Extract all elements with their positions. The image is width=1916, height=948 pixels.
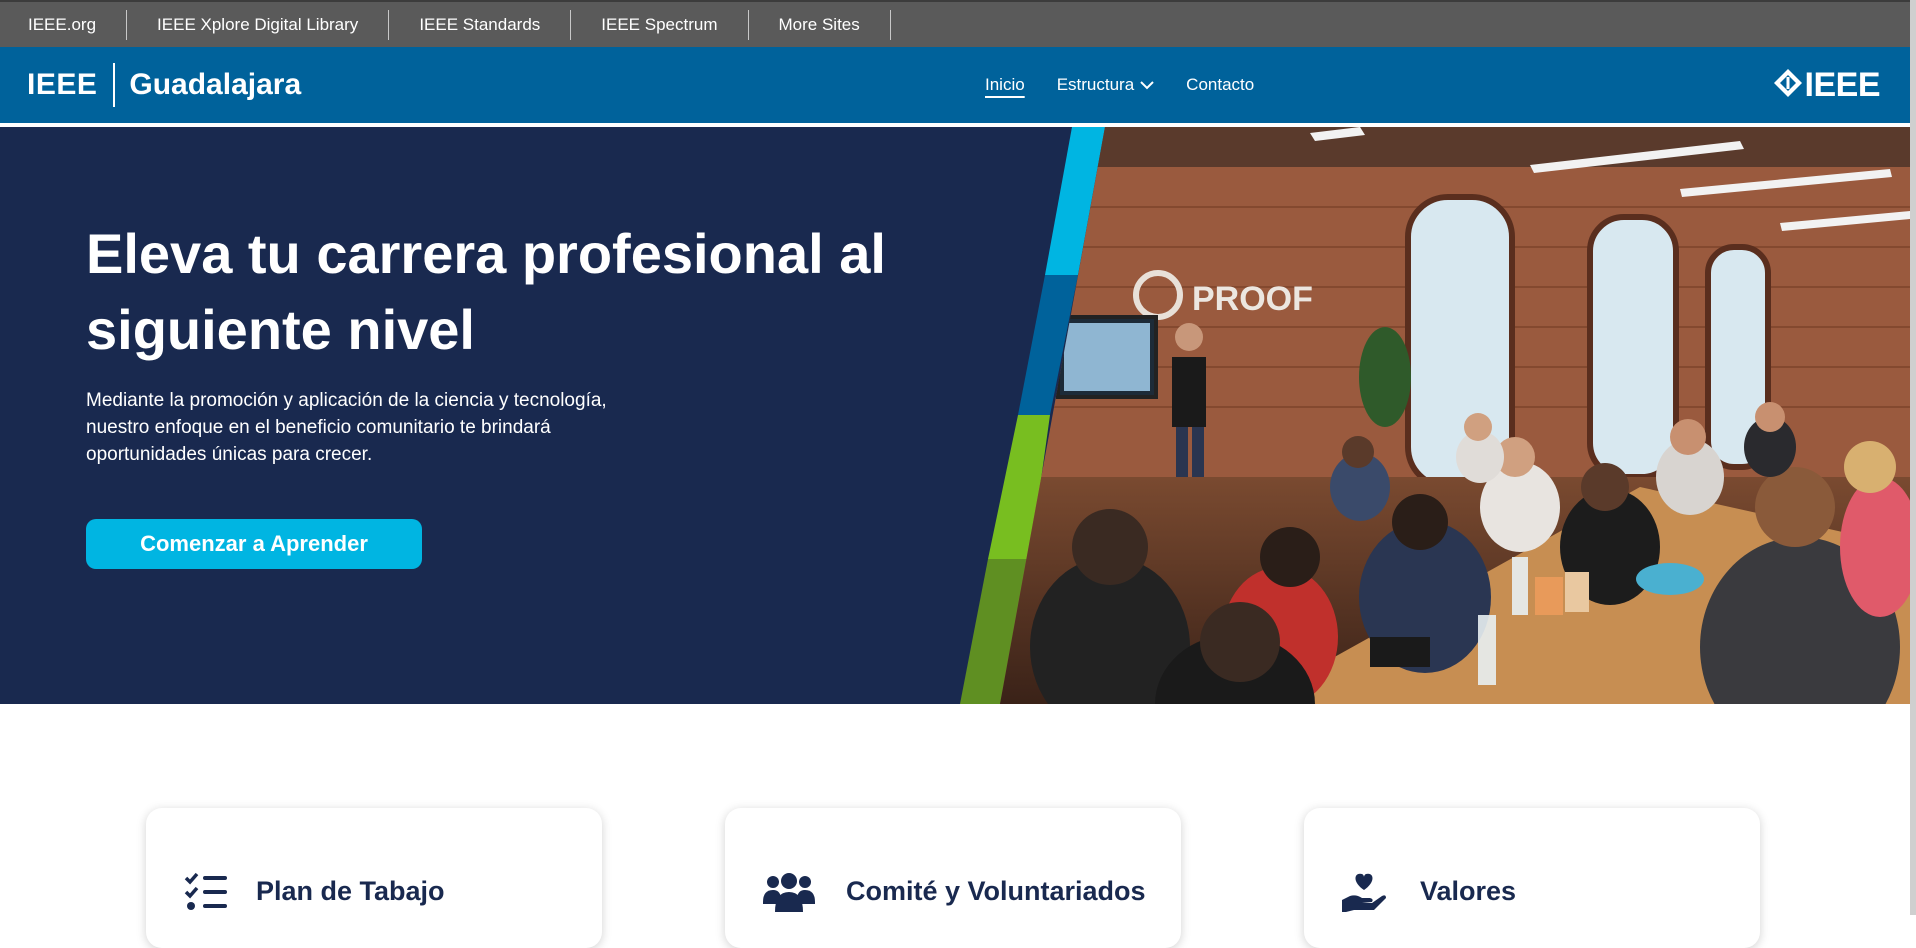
start-learning-button[interactable]: Comenzar a Aprender <box>86 519 422 569</box>
nav-item-estructura-label: Estructura <box>1056 75 1135 94</box>
ieee-logo[interactable]: IEEE <box>1773 47 1881 123</box>
meta-link-more-sites[interactable]: More Sites <box>749 9 891 40</box>
hero-title: Eleva tu carrera profesional al siguient… <box>86 222 886 361</box>
chevron-down-icon <box>1140 75 1154 95</box>
meta-link-ieee-xplore[interactable]: IEEE Xplore Digital Library <box>127 9 390 40</box>
card-title: Valores <box>1420 876 1517 906</box>
nav-item-contacto[interactable]: Contacto <box>1186 75 1254 95</box>
brand-divider <box>113 63 116 107</box>
ieee-logo-text: IEEE <box>1804 65 1881 104</box>
site-header: IEEE Guadalajara Inicio Estructura Conta… <box>0 47 1910 123</box>
ieee-diamond-icon <box>1773 68 1803 103</box>
nav-item-inicio[interactable]: Inicio <box>985 75 1025 95</box>
card-title: Plan de Tabajo <box>256 876 445 906</box>
card-valores[interactable]: Valores <box>1304 808 1760 948</box>
brand-section-name: Guadalajara <box>129 68 302 101</box>
hero-description: Mediante la promoción y aplicación de la… <box>86 390 607 465</box>
card-plan-de-trabajo[interactable]: Plan de Tabajo <box>146 808 602 948</box>
meta-link-ieee-spectrum[interactable]: IEEE Spectrum <box>571 9 749 40</box>
scrollbar-thumb[interactable] <box>1910 0 1916 915</box>
hero-section: PROOF Eleva tu carrera profesional al si… <box>0 127 1910 704</box>
main-nav: Inicio Estructura Contacto <box>985 47 1286 123</box>
heart-hand-icon <box>1342 872 1386 912</box>
card-comite-voluntariados[interactable]: Comité y Voluntariados <box>725 808 1181 948</box>
meta-nav-bar: IEEE.org IEEE Xplore Digital Library IEE… <box>0 0 1910 47</box>
brand-ieee-text: IEEE <box>27 68 98 101</box>
nav-item-estructura[interactable]: Estructura <box>1057 75 1154 95</box>
meta-link-ieee-standards[interactable]: IEEE Standards <box>389 9 572 40</box>
brand-logo[interactable]: IEEE Guadalajara <box>27 63 301 107</box>
card-title: Comité y Voluntariados <box>846 876 1146 906</box>
page-scrollbar[interactable] <box>1910 0 1916 915</box>
users-icon <box>763 872 815 912</box>
checklist-icon <box>184 872 228 912</box>
meta-link-ieee-org[interactable]: IEEE.org <box>0 9 128 40</box>
photo-sign-text: PROOF <box>1192 280 1313 318</box>
